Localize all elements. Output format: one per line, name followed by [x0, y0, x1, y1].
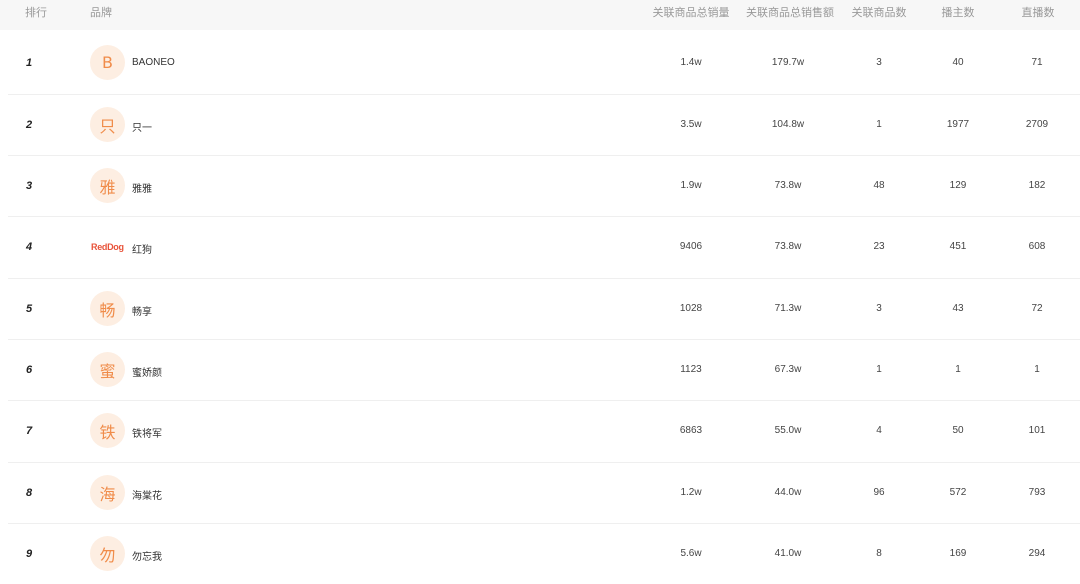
brand-avatar: 勿: [90, 536, 125, 571]
sales-amount: 41.0w: [774, 548, 802, 559]
brand-name[interactable]: 海棠花: [132, 487, 162, 502]
streamer-count: 1: [955, 364, 961, 375]
product-count: 1: [876, 119, 882, 130]
product-count: 3: [876, 57, 882, 68]
rank-number: 7: [26, 425, 33, 437]
rank-number: 6: [26, 364, 33, 376]
product-count: 3: [876, 303, 882, 314]
table-row[interactable]: 5 畅 畅享 1028 71.3w 3 43 72: [0, 278, 1080, 339]
table-row[interactable]: 3 雅 雅雅 1.9w 73.8w 48 129 182: [0, 155, 1080, 216]
brand-name[interactable]: BAONEO: [132, 57, 175, 68]
sales-amount: 104.8w: [771, 119, 805, 130]
streamer-count: 169: [949, 548, 967, 559]
sales-volume: 1.9w: [680, 180, 702, 191]
header-sales-volume[interactable]: 关联商品总销量: [651, 0, 731, 30]
sales-amount: 71.3w: [774, 303, 802, 314]
live-count: 608: [1028, 241, 1046, 252]
table-row[interactable]: 9 勿 勿忘我 5.6w 41.0w 8 169 294: [0, 523, 1080, 584]
sales-amount: 44.0w: [774, 487, 802, 498]
sales-amount: 73.8w: [774, 180, 802, 191]
product-count: 23: [873, 241, 885, 252]
brand-avatar: 雅: [90, 168, 125, 203]
sales-volume: 9406: [679, 241, 703, 252]
brand-avatar: 蜜: [90, 352, 125, 387]
live-count: 182: [1028, 180, 1046, 191]
table-row[interactable]: 6 蜜 蜜娇颜 1123 67.3w 1 1 1: [0, 339, 1080, 400]
brand-name[interactable]: 红狗: [132, 241, 152, 256]
brand-avatar: 畅: [90, 291, 125, 326]
header-rank[interactable]: 排行: [25, 0, 47, 30]
sales-volume: 1028: [679, 303, 703, 314]
streamer-count: 43: [952, 303, 964, 314]
product-count: 8: [876, 548, 882, 559]
header-product-count[interactable]: 关联商品数: [843, 0, 915, 30]
rank-number: 4: [26, 241, 33, 253]
rank-number: 5: [26, 303, 33, 315]
table-row[interactable]: 1 B BAONEO 1.4w 179.7w 3 40 71: [0, 32, 1080, 93]
streamer-count: 40: [952, 57, 964, 68]
sales-amount: 73.8w: [774, 241, 802, 252]
rank-number: 3: [26, 180, 33, 192]
sales-volume: 1.4w: [680, 57, 702, 68]
product-count: 96: [873, 487, 885, 498]
live-count: 793: [1028, 487, 1046, 498]
table-row[interactable]: 8 海 海棠花 1.2w 44.0w 96 572 793: [0, 462, 1080, 523]
sales-volume: 1123: [680, 364, 702, 375]
streamer-count: 1977: [946, 119, 970, 130]
table-row[interactable]: 7 铁 铁将军 6863 55.0w 4 50 101: [0, 400, 1080, 461]
brand-avatar: B: [90, 45, 125, 80]
product-count: 1: [876, 364, 882, 375]
brand-name[interactable]: 铁将军: [132, 425, 162, 440]
reddog-logo: RedDog: [91, 242, 124, 252]
rank-number: 8: [26, 487, 33, 499]
brand-name[interactable]: 畅享: [132, 303, 152, 318]
sales-volume: 6863: [679, 425, 703, 436]
live-count: 71: [1031, 57, 1043, 68]
sales-volume: 1.2w: [680, 487, 702, 498]
rank-number: 2: [26, 119, 33, 131]
header-live-count[interactable]: 直播数: [1008, 0, 1068, 30]
streamer-count: 451: [949, 241, 967, 252]
header-brand[interactable]: 品牌: [90, 0, 112, 30]
streamer-count: 50: [952, 425, 964, 436]
header-streamer-count[interactable]: 播主数: [928, 0, 988, 30]
live-count: 1: [1034, 364, 1040, 375]
brand-ranking-table: 排行 品牌 关联商品总销量 关联商品总销售额 关联商品数 播主数 直播数 1 B…: [0, 0, 1080, 584]
brand-avatar: 海: [90, 475, 125, 510]
header-sales-amount[interactable]: 关联商品总销售额: [744, 0, 836, 30]
brand-avatar: 铁: [90, 413, 125, 448]
streamer-count: 572: [949, 487, 967, 498]
table-row[interactable]: 2 只 只一 3.5w 104.8w 1 1977 2709: [0, 94, 1080, 155]
live-count: 294: [1028, 548, 1046, 559]
sales-amount: 55.0w: [774, 425, 802, 436]
brand-name[interactable]: 蜜娇颜: [132, 364, 162, 379]
live-count: 72: [1031, 303, 1043, 314]
table-row[interactable]: 4 RedDog 红狗 9406 73.8w 23 451 608: [0, 216, 1080, 277]
brand-name[interactable]: 雅雅: [132, 180, 152, 195]
brand-name[interactable]: 只一: [132, 119, 152, 134]
sales-amount: 179.7w: [771, 57, 805, 68]
live-count: 101: [1028, 425, 1046, 436]
rank-number: 9: [26, 548, 33, 560]
product-count: 4: [876, 425, 882, 436]
sales-volume: 5.6w: [680, 548, 702, 559]
sales-amount: 67.3w: [774, 364, 802, 375]
rank-number: 1: [26, 57, 33, 69]
table-header: 排行 品牌 关联商品总销量 关联商品总销售额 关联商品数 播主数 直播数: [0, 0, 1080, 30]
brand-name[interactable]: 勿忘我: [132, 548, 162, 563]
product-count: 48: [873, 180, 885, 191]
brand-avatar: 只: [90, 107, 125, 142]
sales-volume: 3.5w: [680, 119, 702, 130]
live-count: 2709: [1025, 119, 1049, 130]
streamer-count: 129: [949, 180, 967, 191]
